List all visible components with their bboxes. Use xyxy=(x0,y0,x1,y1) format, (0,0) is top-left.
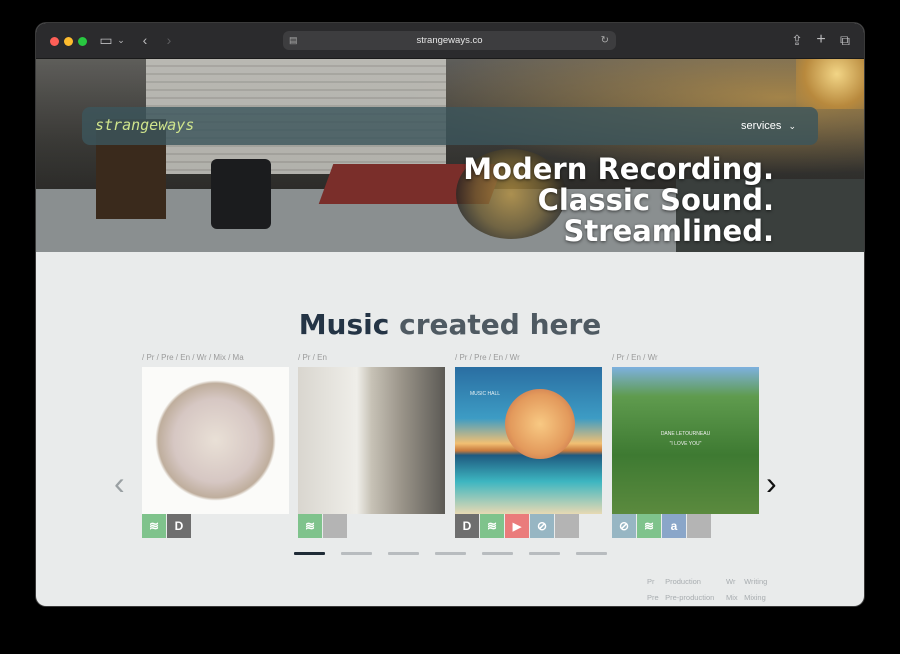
close-window-button[interactable] xyxy=(50,37,59,46)
legend-item: Pr Production xyxy=(647,574,714,590)
zoom-window-button[interactable] xyxy=(78,37,87,46)
lamp-image xyxy=(796,59,864,109)
album-card: / Pr / En ≋ xyxy=(298,353,445,538)
cover-text: MUSIC HALL xyxy=(470,391,501,397)
legend-abbr: Pr xyxy=(647,577,655,586)
legend-label: Production xyxy=(665,577,701,586)
chevron-down-icon: ⌄ xyxy=(788,121,796,131)
back-icon[interactable]: ‹ xyxy=(138,32,152,48)
site-logo[interactable]: strangeways xyxy=(95,116,194,134)
amazon-icon[interactable]: a xyxy=(662,514,686,538)
album-cover[interactable]: MUSIC HALL xyxy=(455,367,602,514)
carousel-next-button[interactable]: › xyxy=(766,467,777,499)
legend-abbr: Wr xyxy=(726,577,736,586)
streaming-links: ≋ D xyxy=(142,514,192,538)
album-cover[interactable] xyxy=(298,367,445,514)
reload-icon[interactable]: ↻ xyxy=(601,31,609,50)
carousel-page-dot[interactable] xyxy=(482,552,513,555)
album-card: / Pr / Pre / En / Wr / Mix / Ma ≋ D xyxy=(142,353,289,538)
share-icon[interactable]: ⇪ xyxy=(790,32,804,48)
apple-music-icon[interactable] xyxy=(555,514,579,538)
chevron-down-icon[interactable]: ⌄ xyxy=(116,32,126,48)
sun-graphic xyxy=(505,389,575,459)
album-credits: / Pr / En / Wr xyxy=(612,353,658,362)
credits-legend: Wr Writing Mix Mixing xyxy=(726,574,767,606)
carousel-page-dot[interactable] xyxy=(529,552,560,555)
reader-icon[interactable]: ▤ xyxy=(289,31,298,50)
spotify-icon[interactable]: ≋ xyxy=(298,514,322,538)
url-text: strangeways.co xyxy=(416,35,483,46)
spotify-icon[interactable]: ≋ xyxy=(637,514,661,538)
carousel-page-dot[interactable] xyxy=(388,552,419,555)
services-menu[interactable]: services ⌄ xyxy=(741,120,796,132)
forward-icon[interactable]: › xyxy=(162,32,176,48)
spotify-icon[interactable]: ≋ xyxy=(142,514,166,538)
album-credits: / Pr / Pre / En / Wr xyxy=(455,353,520,362)
deezer-icon[interactable]: D xyxy=(455,514,479,538)
sidebar-icon[interactable]: ▭ xyxy=(98,32,114,48)
album-cover[interactable]: DANE LETOURNEAU "I LOVE YOU" xyxy=(612,367,759,514)
legend-abbr: Mix xyxy=(726,593,738,602)
cover-artist: DANE LETOURNEAU xyxy=(660,431,711,437)
album-credits: / Pr / En xyxy=(298,353,327,362)
carousel-prev-button[interactable]: ‹ xyxy=(114,467,125,499)
album-card: / Pr / En / Wr DANE LETOURNEAU "I LOVE Y… xyxy=(612,353,759,538)
cover-title: "I LOVE YOU" xyxy=(669,441,702,447)
spotify-icon[interactable]: ≋ xyxy=(480,514,504,538)
hero-line: Streamlined. xyxy=(563,214,774,248)
album-credits: / Pr / Pre / En / Wr / Mix / Ma xyxy=(142,353,244,362)
section-title-part2: created here xyxy=(399,308,602,341)
cover-text: DANE LETOURNEAU "I LOVE YOU" xyxy=(612,429,759,449)
section-title: Music created here xyxy=(36,308,864,341)
chair-image xyxy=(211,159,271,229)
services-label: services xyxy=(741,120,782,132)
streaming-links: ≋ xyxy=(298,514,348,538)
compass-icon[interactable]: ⊘ xyxy=(530,514,554,538)
legend-item: Wr Writing xyxy=(726,574,767,590)
credits-legend: Pr Production Pre Pre-production xyxy=(647,574,714,606)
legend-item: Pre Pre-production xyxy=(647,590,714,606)
youtube-icon[interactable]: ▶ xyxy=(505,514,529,538)
minimize-window-button[interactable] xyxy=(64,37,73,46)
carousel-pagination xyxy=(294,552,623,555)
legend-label: Mixing xyxy=(744,593,766,602)
apple-music-icon[interactable] xyxy=(687,514,711,538)
section-title-part1: Music xyxy=(298,308,390,341)
streaming-links: ⊘ ≋ a xyxy=(612,514,712,538)
legend-abbr: Pre xyxy=(647,593,659,602)
streaming-links: D ≋ ▶ ⊘ xyxy=(455,514,580,538)
legend-item: Mix Mixing xyxy=(726,590,767,606)
tab-overview-icon[interactable]: ⧉ xyxy=(838,32,852,48)
carousel-page-dot[interactable] xyxy=(294,552,325,555)
browser-toolbar: ▭ ⌄ ‹ › ▤ strangeways.co ↻ ⇪ + ⧉ xyxy=(36,23,864,59)
apple-music-icon[interactable] xyxy=(323,514,347,538)
new-tab-icon[interactable]: + xyxy=(814,32,828,48)
carousel-page-dot[interactable] xyxy=(435,552,466,555)
hero-line: Modern Recording. xyxy=(463,152,774,186)
compass-icon[interactable]: ⊘ xyxy=(612,514,636,538)
deezer-icon[interactable]: D xyxy=(167,514,191,538)
carousel-page-dot[interactable] xyxy=(341,552,372,555)
browser-window: ▭ ⌄ ‹ › ▤ strangeways.co ↻ ⇪ + ⧉ strange… xyxy=(36,23,864,606)
hero-headline: Modern Recording. Classic Sound. Streaml… xyxy=(463,154,774,247)
hero-banner: strangeways services ⌄ Modern Recording.… xyxy=(36,59,864,252)
legend-label: Pre-production xyxy=(665,593,715,602)
hero-line: Classic Sound. xyxy=(537,183,774,217)
carousel-page-dot[interactable] xyxy=(576,552,607,555)
album-cover[interactable] xyxy=(142,367,289,514)
site-navbar: strangeways services ⌄ xyxy=(82,107,818,145)
album-card: / Pr / Pre / En / Wr MUSIC HALL D ≋ ▶ ⊘ xyxy=(455,353,602,538)
address-bar[interactable]: ▤ strangeways.co ↻ xyxy=(283,31,616,50)
legend-label: Writing xyxy=(744,577,768,586)
